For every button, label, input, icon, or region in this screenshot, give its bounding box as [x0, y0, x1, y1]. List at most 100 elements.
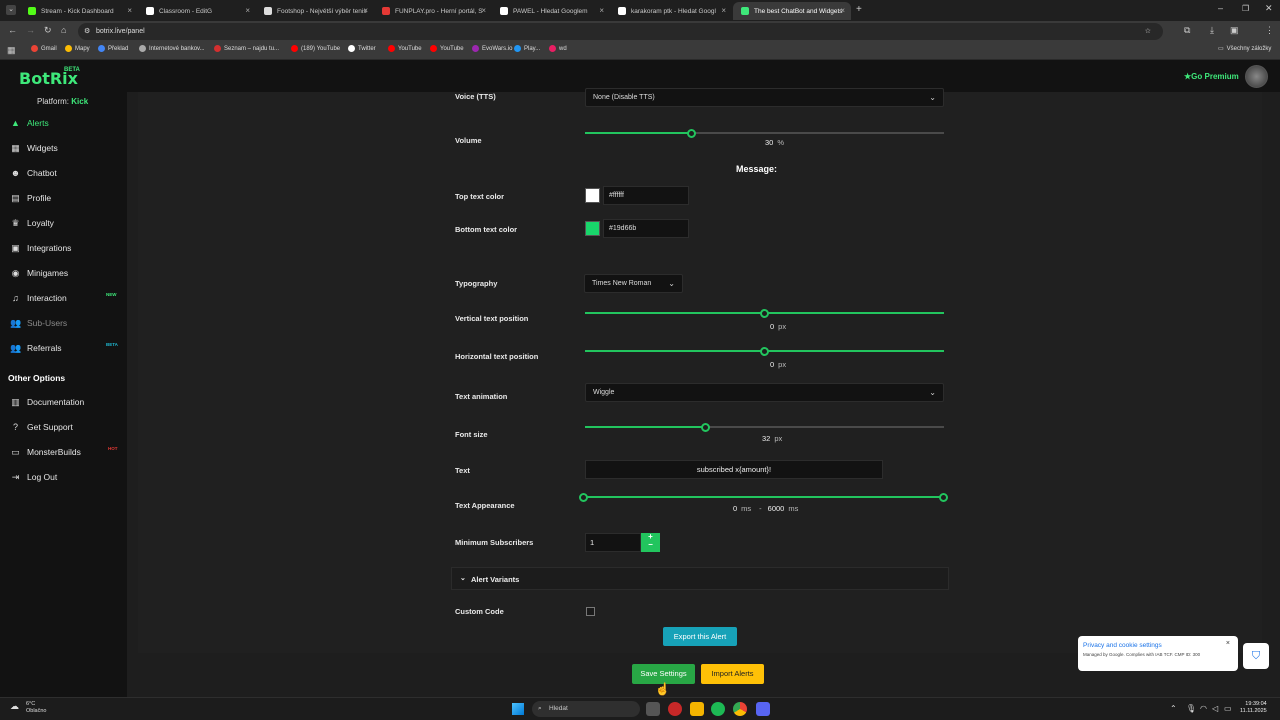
url-field[interactable]: ⚙ botrix.live/panel ☆ — [78, 23, 1163, 40]
bookmark-evowars[interactable]: EvoWars.io — [472, 45, 512, 52]
weather-widget[interactable]: ☁ 6°C Oblačno — [10, 701, 47, 715]
decrement-icon[interactable]: − — [641, 541, 660, 549]
sidebar-item-referrals[interactable]: 👥 Referrals — [10, 341, 61, 355]
bottom-color-input[interactable]: #19d66b — [603, 219, 689, 238]
tab-funplay[interactable]: FUNPLAY.pro - Herní portál, S × — [374, 2, 492, 20]
sidebar-item-sub-users[interactable]: 👥 Sub-Users — [10, 316, 67, 330]
task-view-icon[interactable] — [646, 702, 660, 716]
quantity-stepper[interactable]: + − — [641, 533, 660, 552]
appearance-range-slider[interactable] — [585, 496, 944, 498]
tab-kick[interactable]: Stream - Kick Dashboard × — [20, 2, 138, 20]
sidebar-item-integrations[interactable]: ▣ Integrations — [10, 241, 71, 255]
avatar[interactable] — [1245, 65, 1268, 88]
appearance-end-handle[interactable] — [939, 493, 948, 502]
translate-icon[interactable]: ☆ — [1145, 23, 1151, 40]
windows-start-icon[interactable] — [512, 703, 524, 715]
sidebar-item-log-out[interactable]: ⇥ Log Out — [10, 470, 58, 484]
close-icon[interactable]: × — [127, 6, 132, 15]
minimum-subscribers-input[interactable]: 1 — [585, 533, 641, 552]
bookmark-preklad[interactable]: Překlad — [98, 45, 128, 52]
all-bookmarks[interactable]: ▭ Všechny záložky — [1218, 45, 1271, 53]
cookie-popup[interactable]: Privacy and cookie settings Managed by G… — [1078, 636, 1238, 671]
bookmark-mapy[interactable]: Mapy — [65, 45, 90, 52]
sidebar-item-alerts[interactable]: ▲ Alerts — [10, 116, 49, 130]
privacy-shield-icon[interactable]: ⛉ — [1243, 643, 1269, 669]
close-icon[interactable]: × — [245, 6, 250, 15]
close-icon[interactable]: × — [481, 6, 486, 15]
close-icon[interactable]: × — [1226, 640, 1230, 647]
spotify-icon[interactable] — [711, 702, 725, 716]
bookmark-youtube-189[interactable]: (189) YouTube — [291, 45, 340, 52]
forward-icon[interactable]: → — [26, 25, 35, 35]
tab-classroom[interactable]: Classroom - EditG × — [138, 2, 256, 20]
wifi-icon[interactable]: ◠ — [1200, 704, 1207, 713]
extensions-icon[interactable]: ⧉ — [1184, 25, 1190, 36]
voice-select[interactable]: None (Disable TTS) ⌄ — [585, 88, 944, 107]
bottom-color-swatch[interactable] — [585, 221, 600, 236]
vpos-handle[interactable] — [760, 309, 769, 318]
minimize-icon[interactable]: – — [1218, 3, 1223, 13]
sidebar-item-documentation[interactable]: ▥ Documentation — [10, 395, 84, 409]
close-icon[interactable]: × — [721, 6, 726, 15]
home-icon[interactable]: ⌂ — [61, 25, 66, 35]
bookmark-youtube-1[interactable]: YouTube — [388, 45, 422, 52]
app-icon[interactable] — [668, 702, 682, 716]
sidebar-item-chatbot[interactable]: ☻ Chatbot — [10, 166, 57, 180]
menu-icon[interactable]: ⋮ — [1265, 25, 1274, 36]
alert-variants-toggle[interactable]: ⌄ Alert Variants — [451, 567, 949, 590]
discord-icon[interactable] — [756, 702, 770, 716]
download-icon[interactable]: ⤓ — [1210, 25, 1214, 36]
sidebar-item-profile[interactable]: ▤ Profile — [10, 191, 51, 205]
sidebar-item-get-support[interactable]: ? Get Support — [10, 420, 73, 434]
appearance-start-handle[interactable] — [579, 493, 588, 502]
taskbar-search[interactable]: ⌕ Hledat — [532, 701, 640, 717]
bookmark-youtube-2[interactable]: YouTube — [430, 45, 464, 52]
chrome-icon[interactable] — [733, 702, 747, 716]
export-alert-button[interactable]: Export this Alert — [663, 627, 737, 646]
tab-botrix[interactable]: The best ChatBot and Widgets × — [733, 2, 851, 20]
file-explorer-icon[interactable] — [690, 702, 704, 716]
sidebar-item-minigames[interactable]: ◉ Minigames — [10, 266, 69, 280]
tab-search-icon[interactable]: ⌄ — [6, 5, 16, 15]
reload-icon[interactable]: ↻ — [44, 25, 52, 36]
custom-code-checkbox[interactable] — [586, 607, 595, 616]
apps-icon[interactable]: ▦ — [7, 45, 16, 56]
volume-handle[interactable] — [687, 129, 696, 138]
new-tab-button[interactable]: + — [856, 4, 862, 15]
font-size-handle[interactable] — [701, 423, 710, 432]
close-icon[interactable]: × — [599, 6, 604, 15]
bookmark-seznam[interactable]: Seznam – najdu tu... — [214, 45, 279, 52]
tab-pawel[interactable]: PAWEL - Hledat Googlem × — [492, 2, 610, 20]
typography-select[interactable]: Times New Roman ⌄ — [584, 274, 683, 293]
close-icon[interactable]: × — [840, 6, 845, 15]
back-icon[interactable]: ← — [8, 25, 17, 35]
tab-karakoram[interactable]: karakoram ptk - Hledat Googl × — [610, 2, 732, 20]
bookmark-wd[interactable]: wd — [549, 45, 567, 52]
font-size-slider[interactable] — [585, 426, 944, 428]
chevron-up-icon[interactable]: ⌃ — [1170, 704, 1177, 713]
profile-icon[interactable]: ▣ — [1230, 25, 1239, 36]
import-alerts-button[interactable]: Import Alerts — [701, 664, 764, 684]
bookmark-twitter[interactable]: Twitter — [348, 45, 376, 52]
save-settings-button[interactable]: Save Settings — [632, 664, 695, 684]
sidebar-item-loyalty[interactable]: ♛ Loyalty — [10, 216, 53, 230]
sidebar-item-interaction[interactable]: ♫ Interaction — [10, 291, 67, 305]
microphone-icon[interactable]: 🎙 — [1186, 704, 1196, 713]
system-clock[interactable]: 19:39:04 11.11.2025 — [1240, 701, 1267, 715]
tab-footshop[interactable]: Footshop - Největší výběr tenis × — [256, 2, 374, 20]
close-icon[interactable]: × — [363, 6, 368, 15]
sidebar-item-widgets[interactable]: ▦ Widgets — [10, 141, 57, 155]
bookmark-banking[interactable]: Internetové bankov... — [139, 45, 205, 52]
bookmark-gmail[interactable]: Gmail — [31, 45, 57, 52]
sidebar-item-monsterbuilds[interactable]: ▭ MonsterBuilds — [10, 445, 81, 459]
top-color-input[interactable]: #ffffff — [603, 186, 689, 205]
bookmark-play[interactable]: Play... — [514, 45, 540, 52]
cookie-title[interactable]: Privacy and cookie settings — [1083, 642, 1162, 649]
alert-text-input[interactable]: subscribed x{amount}! — [585, 460, 883, 479]
volume-icon[interactable]: ◁ — [1212, 704, 1218, 713]
site-info-icon[interactable]: ⚙ — [84, 23, 90, 40]
close-window-icon[interactable]: ✕ — [1265, 3, 1273, 14]
battery-icon[interactable]: ▭ — [1224, 704, 1232, 713]
top-color-swatch[interactable] — [585, 188, 600, 203]
restore-icon[interactable]: ❐ — [1242, 4, 1249, 13]
